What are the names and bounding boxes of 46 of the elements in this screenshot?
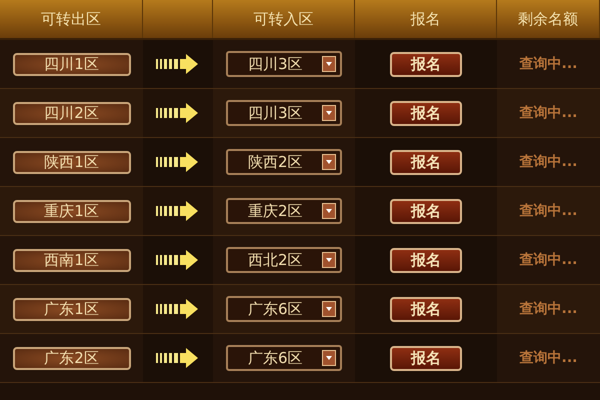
source-zone-button[interactable]: 广东1区 <box>12 298 130 320</box>
target-zone-dropdown[interactable]: 广东6区 <box>226 345 342 371</box>
remaining-quota: 查询中... <box>520 55 578 73</box>
signup-button[interactable]: 报名 <box>390 248 462 272</box>
arrow-icon <box>156 250 200 270</box>
dropdown-icon <box>322 56 336 72</box>
remaining-quota: 查询中... <box>520 251 578 269</box>
dropdown-icon <box>322 301 336 317</box>
source-zone-button[interactable]: 重庆1区 <box>12 200 130 222</box>
signup-button[interactable]: 报名 <box>390 346 462 370</box>
signup-button[interactable]: 报名 <box>390 150 462 174</box>
signup-button[interactable]: 报名 <box>390 198 462 224</box>
remaining-quota: 查询中... <box>520 153 578 171</box>
dropdown-icon <box>322 203 336 219</box>
signup-button[interactable]: 报名 <box>390 100 462 126</box>
arrow-icon <box>156 201 200 221</box>
arrow-icon <box>156 152 200 172</box>
remaining-quota: 查询中... <box>520 349 578 367</box>
column-header: 报名 <box>410 10 440 28</box>
target-zone-dropdown[interactable]: 陕西2区 <box>226 149 342 175</box>
remaining-quota: 查询中... <box>520 202 578 220</box>
source-zone-button[interactable]: 四川1区 <box>12 52 130 76</box>
column-header: 可转入区 <box>254 10 314 28</box>
signup-button[interactable]: 报名 <box>390 296 462 322</box>
target-zone-dropdown[interactable]: 广东6区 <box>226 296 342 322</box>
target-zone-dropdown[interactable]: 四川3区 <box>226 51 342 77</box>
dropdown-icon <box>322 105 336 121</box>
dropdown-icon <box>322 350 336 366</box>
target-zone-dropdown[interactable]: 四川3区 <box>226 100 342 126</box>
arrow-icon <box>156 299 200 319</box>
arrow-icon <box>156 103 200 123</box>
source-zone-button[interactable]: 西南1区 <box>12 248 130 272</box>
arrow-icon <box>156 348 200 368</box>
target-zone-dropdown[interactable]: 重庆2区 <box>226 198 342 224</box>
source-zone-button[interactable]: 四川2区 <box>12 102 130 124</box>
column-header: 可转出区 <box>41 10 101 28</box>
target-zone-dropdown[interactable]: 西北2区 <box>226 247 342 273</box>
source-zone-button[interactable]: 陕西1区 <box>12 150 130 174</box>
remaining-quota: 查询中... <box>520 104 578 122</box>
remaining-quota: 查询中... <box>520 300 578 318</box>
signup-button[interactable]: 报名 <box>390 52 462 76</box>
dropdown-icon <box>322 154 336 170</box>
dropdown-icon <box>322 252 336 268</box>
source-zone-button[interactable]: 广东2区 <box>12 346 130 370</box>
column-header: 剩余名额 <box>518 10 578 28</box>
arrow-icon <box>156 54 200 74</box>
